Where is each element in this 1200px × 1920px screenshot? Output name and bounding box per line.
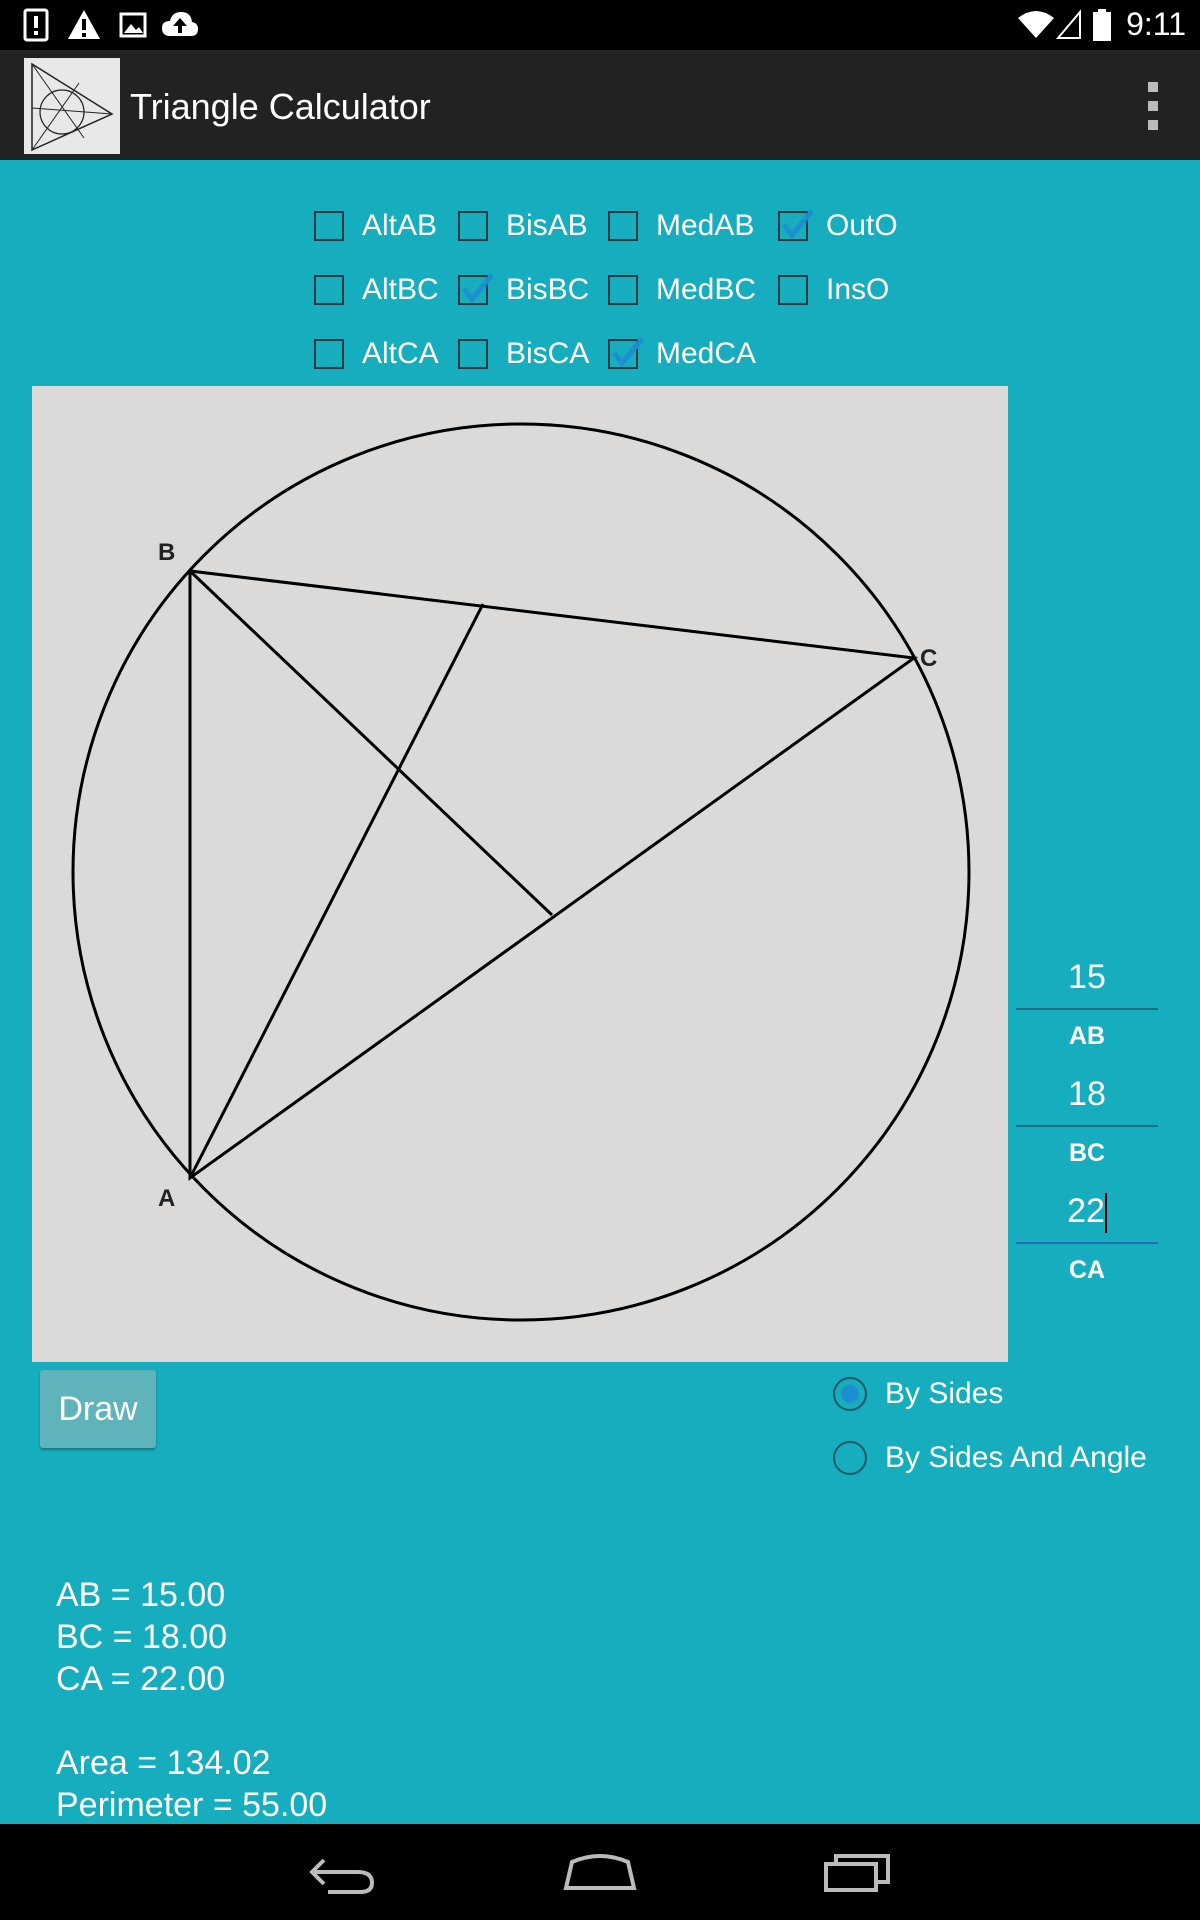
checkbox-label-bisab: BisAB [506, 209, 588, 242]
checkbox-label-altbc: AltBC [362, 273, 439, 306]
by-sides-radio[interactable]: By Sides [833, 1369, 1003, 1419]
checkbox-label-outo: OutO [826, 209, 898, 242]
checkbox-medab[interactable]: MedAB [608, 204, 754, 248]
checkbox-label-bisca: BisCA [506, 337, 590, 370]
vertex-label-b: B [158, 539, 175, 566]
status-bar: 9:11 [0, 0, 1200, 50]
checkbox-medbc[interactable]: MedBC [608, 268, 756, 312]
bc-input[interactable]: 18 [1016, 1069, 1158, 1127]
ca-label: CA [1068, 1256, 1106, 1284]
ca-value[interactable]: 22 [1067, 1192, 1105, 1230]
checkbox-label-medab: MedAB [656, 209, 755, 242]
checkbox-empty-icon[interactable] [458, 339, 488, 369]
ca-input[interactable]: 22 [1016, 1186, 1158, 1244]
checkbox-empty-icon[interactable] [314, 339, 344, 369]
by-sides-and-angle-radio[interactable]: By Sides And Angle [833, 1433, 1147, 1483]
overflow-menu-icon[interactable] [1148, 82, 1160, 130]
checkbox-empty-icon[interactable] [778, 275, 808, 305]
action-bar: Triangle Calculator [0, 50, 1200, 160]
cloud-upload-icon [162, 12, 198, 36]
result-bc: BC = 18.00 [56, 1618, 228, 1656]
text-cursor [1104, 1193, 1107, 1234]
ab-label: AB [1068, 1022, 1106, 1050]
result-area: Area = 134.02 [56, 1744, 271, 1782]
battery-icon [1093, 9, 1111, 41]
checkbox-label-medca: MedCA [656, 337, 757, 370]
median-ca [188, 603, 485, 1179]
by-sides-and-angle-label: By Sides And Angle [885, 1441, 1147, 1474]
checkmark-icon[interactable] [608, 337, 644, 369]
checkbox-bisbc[interactable]: BisBC [458, 268, 589, 312]
result-ab: AB = 15.00 [56, 1576, 226, 1614]
vertex-label-a: A [158, 1185, 175, 1212]
triangle [188, 569, 919, 1181]
checkmark-icon[interactable] [778, 209, 814, 241]
checkmark-icon[interactable] [458, 273, 494, 305]
wifi-icon [1018, 11, 1054, 38]
back-icon[interactable] [308, 1852, 378, 1896]
status-time: 9:11 [1126, 6, 1186, 42]
signal-icon [1056, 9, 1081, 39]
checkbox-outo[interactable]: OutO [778, 204, 898, 248]
radio-unchecked-icon[interactable] [833, 1441, 867, 1475]
radio-checked-icon[interactable] [833, 1377, 867, 1411]
checkbox-inso[interactable]: InsO [778, 268, 889, 312]
app-logo-icon [24, 58, 120, 154]
checkbox-empty-icon[interactable] [608, 211, 638, 241]
checkbox-label-altab: AltAB [362, 209, 438, 242]
checkbox-medca[interactable]: MedCA [608, 332, 756, 376]
checkbox-altca[interactable]: AltCA [314, 332, 439, 376]
image-icon [119, 12, 147, 38]
alert-icon [23, 8, 49, 42]
checkbox-bisab[interactable]: BisAB [458, 204, 588, 248]
checkbox-empty-icon[interactable] [314, 211, 344, 241]
checkbox-label-altca: AltCA [362, 337, 439, 370]
checkbox-label-bisbc: BisBC [506, 273, 590, 306]
draw-button[interactable]: Draw [40, 1370, 156, 1448]
bc-label: BC [1068, 1139, 1106, 1167]
recents-icon[interactable] [822, 1850, 892, 1894]
checkbox-label-inso: InsO [826, 273, 890, 306]
checkbox-empty-icon[interactable] [608, 275, 638, 305]
checkbox-empty-icon[interactable] [458, 211, 488, 241]
vertex-label-c: C [920, 645, 937, 672]
home-icon[interactable] [562, 1852, 638, 1892]
checkbox-label-medbc: MedBC [656, 273, 757, 306]
circumcircle [71, 422, 971, 1322]
result-perimeter: Perimeter = 55.00 [56, 1786, 328, 1824]
result-ca: CA = 22.00 [56, 1660, 226, 1698]
checkbox-empty-icon[interactable] [314, 275, 344, 305]
results-panel: AB = 15.00 BC = 18.00 CA = 22.00 Area = … [56, 1574, 327, 1826]
app-title: Triangle Calculator [130, 86, 431, 127]
warning-icon [68, 10, 100, 39]
bisector-bc [188, 569, 554, 917]
checkbox-altab[interactable]: AltAB [314, 204, 437, 248]
ab-value[interactable]: 15 [1016, 952, 1158, 1002]
ab-input[interactable]: 15 [1016, 952, 1158, 1010]
checkbox-altbc[interactable]: AltBC [314, 268, 439, 312]
bc-value[interactable]: 18 [1016, 1069, 1158, 1119]
triangle-canvas: B C A [32, 386, 1008, 1362]
navigation-bar [0, 1824, 1200, 1920]
by-sides-label: By Sides [885, 1377, 1004, 1410]
checkbox-bisca[interactable]: BisCA [458, 332, 589, 376]
